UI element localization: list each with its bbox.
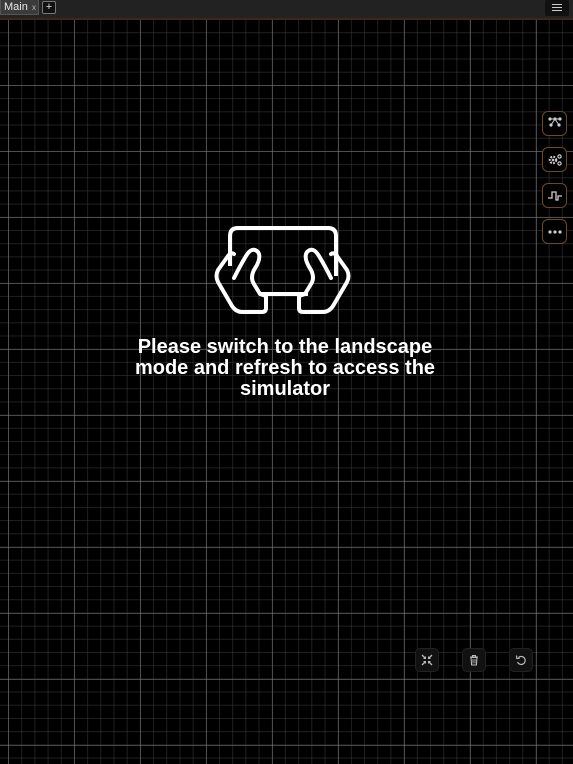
simulator-app: Main x + Please switch to the landscape … xyxy=(0,0,573,764)
landscape-mode-message: Please switch to the landscape mode and … xyxy=(134,336,436,400)
components-button[interactable] xyxy=(542,111,567,136)
fit-screen-icon xyxy=(421,654,433,666)
rotate-device-icon xyxy=(214,226,351,314)
waveform-icon xyxy=(548,191,562,201)
hamburger-line xyxy=(552,4,562,5)
delete-button[interactable] xyxy=(462,648,486,672)
fit-to-screen-button[interactable] xyxy=(415,648,439,672)
more-dots-icon xyxy=(548,230,562,234)
hamburger-line xyxy=(552,7,562,8)
tab-label: Main xyxy=(4,1,28,13)
settings-gears-icon xyxy=(548,154,562,166)
hamburger-line xyxy=(552,10,562,11)
more-options-button[interactable] xyxy=(542,219,567,244)
circuit-components-icon xyxy=(548,117,562,127)
hamburger-menu-button[interactable] xyxy=(545,0,569,16)
undo-button[interactable] xyxy=(509,648,533,672)
tab-main[interactable]: Main x xyxy=(0,0,39,15)
tab-close-button[interactable]: x xyxy=(32,3,36,13)
waveform-button[interactable] xyxy=(542,183,567,208)
tab-bar: Main x + xyxy=(0,0,573,20)
undo-icon xyxy=(515,655,526,666)
trash-icon xyxy=(470,654,478,666)
settings-button[interactable] xyxy=(542,147,567,172)
add-tab-button[interactable]: + xyxy=(42,1,56,14)
